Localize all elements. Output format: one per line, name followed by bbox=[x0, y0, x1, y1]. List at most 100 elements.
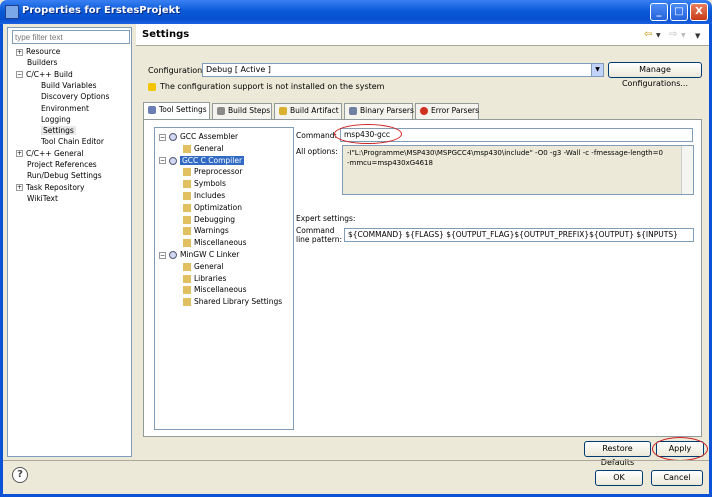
close-button[interactable]: X bbox=[690, 3, 708, 21]
nav-item-task-repository[interactable]: + Task Repository bbox=[16, 182, 84, 193]
tool-item-label: Miscellaneous bbox=[194, 285, 247, 295]
tab-build-steps[interactable]: Build Steps bbox=[212, 103, 272, 119]
filter-input[interactable] bbox=[12, 30, 130, 44]
tab-tool-settings[interactable]: Tool Settings bbox=[143, 102, 210, 119]
forward-menu-chevron-icon[interactable]: ▼ bbox=[681, 32, 686, 39]
tab-binary-parsers[interactable]: Binary Parsers bbox=[344, 103, 414, 119]
tool-item-shared-library-settings[interactable]: Shared Library Settings bbox=[183, 296, 282, 307]
option-page-icon bbox=[183, 286, 191, 295]
nav-item-build-variables[interactable]: Build Variables bbox=[41, 80, 97, 91]
tool-item-general[interactable]: General bbox=[183, 261, 224, 272]
option-page-icon bbox=[183, 298, 191, 307]
nav-item-label: Environment bbox=[41, 103, 89, 113]
nav-item-tool-chain-editor[interactable]: Tool Chain Editor bbox=[41, 136, 104, 147]
config-warning: The configuration support is not install… bbox=[148, 82, 384, 91]
tool-item-label: Debugging bbox=[194, 214, 236, 224]
page-header: Settings ⇦ ▼ ⇨ ▼ ▼ bbox=[136, 24, 709, 46]
option-page-icon bbox=[183, 168, 191, 177]
nav-item-run-debug-settings[interactable]: Run/Debug Settings bbox=[27, 170, 102, 181]
nav-item-logging[interactable]: Logging bbox=[41, 114, 71, 125]
tool-item-optimization[interactable]: Optimization bbox=[183, 202, 242, 213]
tool-item-preprocessor[interactable]: Preprocessor bbox=[183, 166, 242, 177]
option-page-icon bbox=[183, 203, 191, 212]
tool-item-gcc-c-compiler[interactable]: − GCC C Compiler bbox=[159, 155, 245, 166]
chevron-down-icon[interactable]: ▼ bbox=[591, 64, 603, 76]
nav-item-label: Project References bbox=[27, 160, 97, 169]
nav-item-label: Build Variables bbox=[41, 80, 97, 90]
pattern-label-line-1: Command bbox=[296, 226, 335, 235]
warning-text: The configuration support is not install… bbox=[160, 82, 385, 91]
back-arrow-icon[interactable]: ⇦ bbox=[644, 29, 652, 40]
option-page-icon bbox=[183, 180, 191, 189]
tool-item-includes[interactable]: Includes bbox=[183, 190, 225, 201]
tool-gear-icon bbox=[169, 251, 177, 259]
tool-item-label: General bbox=[194, 261, 224, 271]
window-title: Properties for ErstesProjekt bbox=[22, 5, 181, 16]
collapse-icon[interactable]: − bbox=[159, 157, 166, 165]
nav-item-wikitext[interactable]: WikiText bbox=[27, 193, 58, 204]
option-page-icon bbox=[183, 262, 191, 271]
tool-gear-icon bbox=[169, 133, 177, 141]
warning-icon bbox=[148, 82, 156, 91]
collapse-icon[interactable]: − bbox=[159, 133, 166, 141]
maximize-button[interactable]: □ bbox=[670, 3, 688, 21]
tool-item-gcc-assembler[interactable]: − GCC Assembler bbox=[159, 131, 238, 142]
configuration-select[interactable]: Debug [ Active ] ▼ bbox=[202, 63, 604, 77]
tool-item-label: Miscellaneous bbox=[194, 238, 247, 248]
expert-settings-label: Expert settings: bbox=[296, 214, 356, 223]
tab-build-artifact[interactable]: Build Artifact bbox=[274, 103, 342, 119]
tool-item-miscellaneous[interactable]: Miscellaneous bbox=[183, 237, 247, 248]
command-line-pattern-input[interactable]: ${COMMAND} ${FLAGS} ${OUTPUT_FLAG}${OUTP… bbox=[344, 228, 694, 242]
all-options-label: All options: bbox=[296, 147, 338, 156]
tool-item-debugging[interactable]: Debugging bbox=[183, 214, 235, 225]
tool-item-general[interactable]: General bbox=[183, 143, 224, 154]
restore-defaults-button[interactable]: Restore Defaults bbox=[584, 441, 651, 467]
tool-item-label: Preprocessor bbox=[194, 167, 243, 177]
tool-item-libraries[interactable]: Libraries bbox=[183, 273, 226, 284]
back-menu-chevron-icon[interactable]: ▼ bbox=[656, 32, 661, 39]
forward-arrow-icon[interactable]: ⇨ bbox=[669, 29, 677, 40]
nav-item-project-references[interactable]: Project References bbox=[27, 159, 97, 170]
nav-item-label: Discovery Options bbox=[41, 92, 110, 102]
tool-item-symbols[interactable]: Symbols bbox=[183, 178, 226, 189]
help-icon[interactable]: ? bbox=[12, 467, 28, 483]
tab-error-parsers[interactable]: Error Parsers bbox=[415, 103, 479, 119]
command-label: Command: bbox=[296, 131, 338, 140]
binary-icon bbox=[349, 107, 357, 115]
minimize-button[interactable]: _ bbox=[650, 3, 668, 21]
expand-icon[interactable]: + bbox=[16, 184, 23, 192]
nav-item-builders[interactable]: Builders bbox=[27, 57, 57, 68]
artifact-icon bbox=[279, 107, 287, 115]
expand-icon[interactable]: + bbox=[16, 150, 23, 158]
manage-configurations-button[interactable]: Manage Configurations... bbox=[608, 62, 702, 88]
nav-item-discovery-options[interactable]: Discovery Options bbox=[41, 91, 109, 102]
collapse-icon[interactable]: − bbox=[16, 71, 23, 79]
wrench-icon bbox=[217, 107, 225, 115]
nav-item-label: Settings bbox=[41, 126, 76, 136]
tool-item-warnings[interactable]: Warnings bbox=[183, 225, 229, 236]
gear-icon bbox=[148, 106, 156, 114]
nav-item-settings[interactable]: Settings bbox=[41, 125, 76, 136]
nav-item-resource[interactable]: + Resource bbox=[16, 46, 60, 57]
all-options-line-1: -I"L:\Programme\MSP430\MSPGCC4\msp430\in… bbox=[347, 149, 663, 157]
option-page-icon bbox=[183, 192, 191, 200]
option-page-icon bbox=[183, 215, 191, 224]
ok-button[interactable]: OK bbox=[595, 470, 643, 486]
tool-item-label: Warnings bbox=[194, 226, 229, 236]
error-icon bbox=[420, 107, 428, 115]
collapse-icon[interactable]: − bbox=[159, 251, 166, 259]
nav-item-c-c-general[interactable]: + C/C++ General bbox=[16, 148, 84, 159]
property-nav-pane: +ResourceBuilders−C/C++ BuildBuild Varia… bbox=[7, 27, 132, 457]
annotation-circle-apply bbox=[652, 437, 708, 461]
nav-item-environment[interactable]: Environment bbox=[41, 103, 89, 114]
tool-item-miscellaneous[interactable]: Miscellaneous bbox=[183, 284, 247, 295]
view-menu-icon[interactable]: ▼ bbox=[695, 32, 700, 40]
tool-item-mingw-c-linker[interactable]: − MinGW C Linker bbox=[159, 249, 239, 260]
options-scrollbar[interactable] bbox=[681, 146, 693, 194]
tool-item-label: Libraries bbox=[194, 273, 227, 283]
tool-item-label: Optimization bbox=[194, 202, 242, 212]
nav-item-c-c-build[interactable]: − C/C++ Build bbox=[16, 69, 73, 80]
tool-item-label: Shared Library Settings bbox=[194, 297, 283, 307]
expand-icon[interactable]: + bbox=[16, 48, 23, 56]
cancel-button[interactable]: Cancel bbox=[651, 470, 703, 486]
